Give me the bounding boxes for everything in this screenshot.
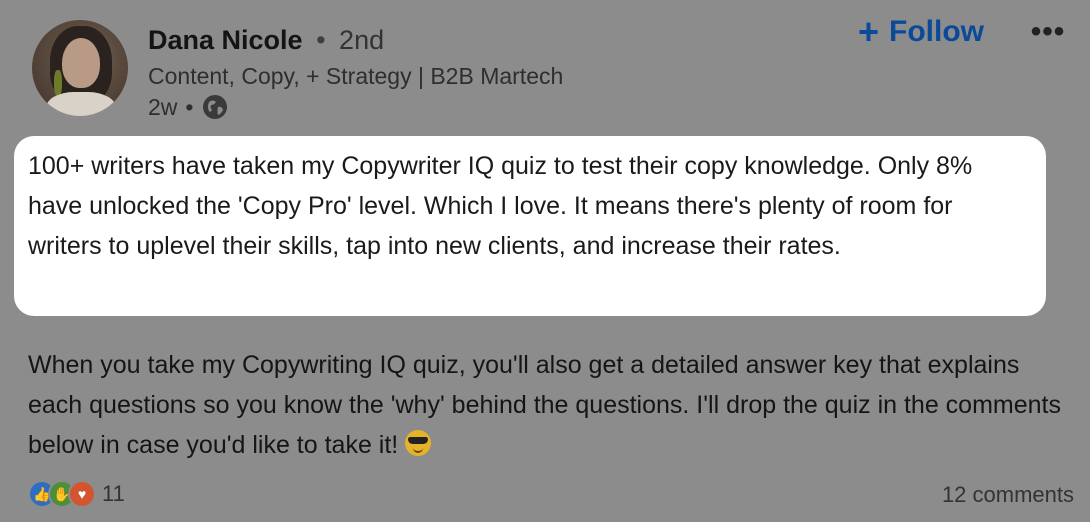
follow-button[interactable]: + Follow	[858, 14, 984, 50]
highlighted-text: 100+ writers have taken my Copywriter IQ…	[28, 152, 973, 260]
author-line: Dana Nicole • 2nd	[148, 24, 384, 56]
highlighted-paragraph: 100+ writers have taken my Copywriter IQ…	[14, 136, 1046, 316]
author-headline: Content, Copy, + Strategy | B2B Martech	[148, 63, 564, 89]
ellipsis-icon[interactable]: •••	[1030, 14, 1066, 50]
reactions-summary[interactable]: 👍 ✋ ♥ 11	[28, 480, 125, 508]
author-name[interactable]: Dana Nicole	[148, 25, 303, 55]
connection-degree: 2nd	[339, 25, 385, 55]
sunglasses-face-emoji	[405, 430, 432, 456]
post-meta: 2w •	[148, 93, 229, 121]
post-body: When you take my Copywriting IQ quiz, yo…	[28, 345, 1068, 465]
comments-link[interactable]: 12 comments	[942, 482, 1074, 508]
plus-icon: +	[858, 11, 880, 52]
separator-dot: •	[185, 94, 194, 120]
globe-icon	[201, 93, 229, 121]
reaction-count: 11	[102, 481, 125, 506]
post-time: 2w	[148, 94, 178, 120]
body-text: When you take my Copywriting IQ quiz, yo…	[28, 351, 1061, 459]
follow-label: Follow	[889, 15, 985, 48]
separator-dot: •	[316, 25, 326, 55]
love-icon: ♥	[68, 480, 96, 508]
avatar[interactable]	[32, 20, 128, 116]
